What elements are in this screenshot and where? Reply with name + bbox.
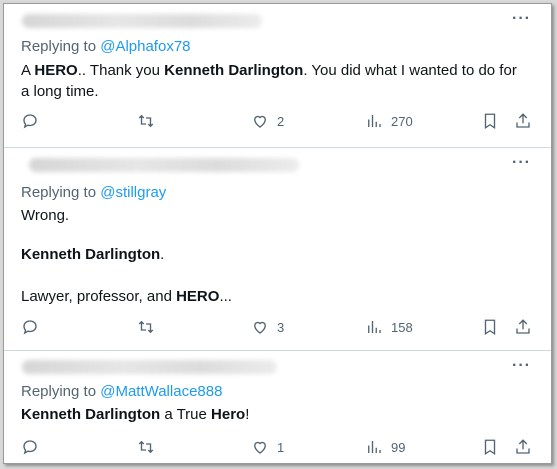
reply-button[interactable] [21, 318, 39, 336]
views-count: 99 [391, 439, 406, 455]
share-icon [516, 439, 530, 454]
like-button[interactable]: 3 [251, 318, 284, 336]
share-icon [516, 113, 530, 128]
views-count: 158 [391, 319, 413, 335]
tweet-text-line-1: Kenneth Darlington a True Hero! [21, 406, 250, 423]
reply-icon [23, 320, 37, 335]
like-button[interactable]: 1 [251, 438, 284, 456]
like-count: 3 [277, 319, 285, 335]
bookmark-button[interactable] [481, 112, 499, 130]
reply-icon [23, 114, 37, 129]
retweet-button[interactable] [137, 112, 155, 130]
reply-icon [23, 440, 37, 455]
more-options-icon[interactable]: ··· [512, 10, 531, 28]
bookmark-button[interactable] [481, 438, 499, 456]
reply-button[interactable] [21, 438, 39, 456]
replying-to-label: Replying to [21, 184, 101, 201]
heart-icon [254, 115, 266, 128]
bookmark-icon [484, 439, 496, 456]
replying-to: Replying to @stillgray [21, 183, 166, 203]
share-button[interactable] [514, 112, 532, 130]
reply-button[interactable] [21, 112, 39, 130]
tweet-text-line-1: A HERO.. Thank you Kenneth Darlington. Y… [21, 62, 517, 79]
bookmark-icon [484, 113, 496, 130]
replying-to: Replying to @MattWallace888 [21, 382, 222, 402]
retweet-icon [138, 320, 154, 334]
views-chart-icon [368, 115, 381, 127]
replying-to-label: Replying to [21, 383, 101, 400]
share-icon [516, 319, 530, 334]
more-options-icon[interactable]: ··· [512, 357, 531, 375]
like-count: 1 [277, 439, 285, 455]
heart-icon [254, 321, 266, 334]
like-count: 2 [277, 113, 285, 129]
tweet-text-line-2: Kenneth Darlington. [21, 246, 165, 263]
retweet-button[interactable] [137, 438, 155, 456]
reply-tweet-1[interactable]: ··· Replying to @Alphafox78 A HERO.. Tha… [4, 4, 551, 144]
heart-icon [254, 441, 266, 454]
retweet-icon [138, 440, 154, 454]
tweet-actions: 2 270 [4, 112, 551, 132]
tweet-replies-panel: ··· Replying to @Alphafox78 A HERO.. Tha… [3, 3, 552, 464]
replying-handle-link[interactable]: @Alphafox78 [100, 38, 190, 55]
views-button[interactable]: 270 [365, 112, 413, 130]
views-button[interactable]: 158 [365, 318, 413, 336]
blurred-user-name [22, 14, 262, 28]
bookmark-button[interactable] [481, 318, 499, 336]
retweet-icon [138, 114, 154, 128]
tweet-actions: 1 99 [4, 438, 551, 458]
share-button[interactable] [514, 438, 532, 456]
replying-handle-link[interactable]: @MattWallace888 [100, 383, 222, 400]
views-count: 270 [391, 113, 413, 129]
tweet-text-line-2: a long time. [21, 83, 99, 100]
share-button[interactable] [514, 318, 532, 336]
bookmark-icon [484, 319, 496, 336]
tweet-text-line-3: Lawyer, professor, and HERO... [21, 288, 232, 305]
reply-tweet-2[interactable]: ··· Replying to @stillgray Wrong. Kennet… [4, 148, 551, 348]
blurred-user-name [22, 360, 277, 374]
blurred-user-name [29, 158, 299, 172]
replying-handle-link[interactable]: @stillgray [100, 184, 166, 201]
replying-to: Replying to @Alphafox78 [21, 37, 191, 57]
tweet-actions: 3 158 [4, 318, 551, 338]
views-button[interactable]: 99 [365, 438, 405, 456]
replying-to-label: Replying to [21, 38, 101, 55]
like-button[interactable]: 2 [251, 112, 284, 130]
retweet-button[interactable] [137, 318, 155, 336]
reply-tweet-3[interactable]: ··· Replying to @MattWallace888 Kenneth … [4, 351, 551, 463]
views-chart-icon [368, 441, 381, 453]
more-options-icon[interactable]: ··· [512, 154, 531, 172]
tweet-text-line-1: Wrong. [21, 207, 70, 224]
views-chart-icon [368, 321, 381, 333]
